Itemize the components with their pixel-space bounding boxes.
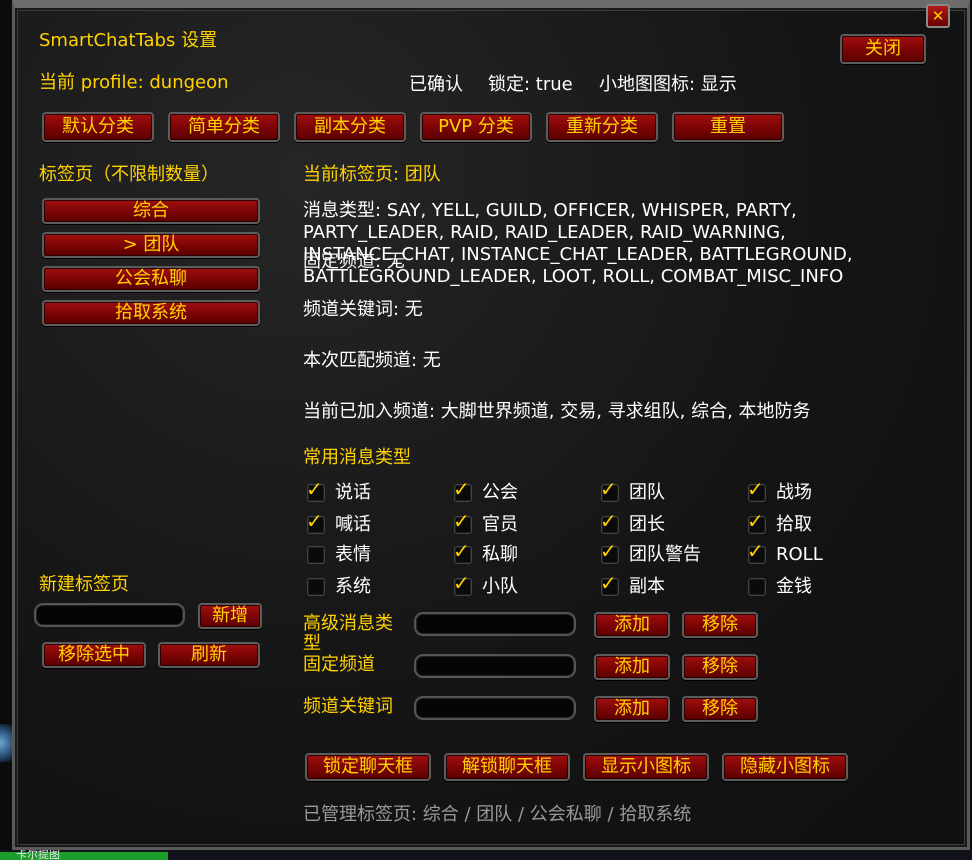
checkbox-roll-label: ROLL <box>776 544 823 565</box>
check-icon: ✓ <box>747 539 764 563</box>
preset-pvp-button[interactable]: PVP 分类 <box>420 112 532 142</box>
checkbox-raid-warning[interactable]: ✓ <box>600 541 619 564</box>
fixed-channel-input[interactable] <box>414 654 576 678</box>
checkbox-officer[interactable]: ✓ <box>453 511 472 534</box>
check-icon: ✓ <box>453 477 470 501</box>
hide-minimap-icon-button[interactable]: 隐藏小图标 <box>722 753 848 781</box>
fixed-channel-remove-button[interactable]: 移除 <box>682 654 758 680</box>
check-icon: ✓ <box>600 477 617 501</box>
new-tab-name-input[interactable] <box>34 603 185 627</box>
checkbox-party[interactable]: ✓ <box>453 573 472 596</box>
checkbox-officer-label: 官员 <box>482 514 518 535</box>
check-icon: ✓ <box>453 509 470 533</box>
message-types-line-1: 消息类型: SAY, YELL, GUILD, OFFICER, WHISPER… <box>303 200 797 221</box>
check-icon: ✓ <box>747 509 764 533</box>
background-game-icon <box>0 724 12 762</box>
fixed-channels-text: 固定频道: 无 <box>303 251 405 272</box>
fixed-channel-label: 固定频道 <box>303 654 375 675</box>
close-button[interactable]: 关闭 <box>840 34 926 64</box>
reclassify-button[interactable]: 重新分类 <box>546 112 658 142</box>
checkbox-money-label: 金钱 <box>776 576 812 597</box>
window-title: SmartChatTabs 设置 <box>39 30 218 51</box>
new-tab-heading: 新建标签页 <box>39 574 129 595</box>
refresh-button[interactable]: 刷新 <box>158 642 260 668</box>
checkbox-battleground-label: 战场 <box>776 482 812 503</box>
checkbox-emote-label: 表情 <box>335 544 371 565</box>
message-types-line-2: PARTY_LEADER, RAID, RAID_LEADER, RAID_WA… <box>303 222 786 243</box>
lock-chat-frame-button[interactable]: 锁定聊天框 <box>305 753 431 781</box>
checkbox-system-label: 系统 <box>335 576 371 597</box>
preset-dungeon-button[interactable]: 副本分类 <box>294 112 406 142</box>
tab-item-raid[interactable]: > 团队 <box>42 232 260 258</box>
checkbox-raid-leader-label: 团长 <box>629 514 665 535</box>
checkbox-whisper[interactable]: ✓ <box>453 541 472 564</box>
advanced-type-input[interactable] <box>414 612 576 636</box>
preset-simple-button[interactable]: 简单分类 <box>168 112 280 142</box>
checkbox-system[interactable] <box>307 578 325 596</box>
checkbox-guild[interactable]: ✓ <box>453 479 472 502</box>
channel-keywords-text: 频道关键词: 无 <box>303 299 423 320</box>
check-icon: ✓ <box>600 571 617 595</box>
checkbox-raid[interactable]: ✓ <box>600 479 619 502</box>
checkbox-say[interactable]: ✓ <box>306 479 325 502</box>
advanced-type-label: 高级消息类型 <box>303 613 393 654</box>
underlying-unit-name: 卡尔提图 <box>16 850 60 860</box>
common-types-heading: 常用消息类型 <box>303 447 411 468</box>
advanced-type-add-button[interactable]: 添加 <box>594 612 670 638</box>
check-icon: ✓ <box>600 509 617 533</box>
channel-keyword-remove-button[interactable]: 移除 <box>682 696 758 722</box>
confirmed-status: 已确认 <box>409 74 463 95</box>
channel-keyword-label: 频道关键词 <box>303 696 393 717</box>
joined-channels-text: 当前已加入频道: 大脚世界频道, 交易, 寻求组队, 综合, 本地防务 <box>303 401 811 422</box>
tab-item-guild-whisper[interactable]: 公会私聊 <box>42 266 260 292</box>
checkbox-money[interactable] <box>748 578 766 596</box>
current-tab-title: 当前标签页: 团队 <box>303 164 441 185</box>
remove-selected-button[interactable]: 移除选中 <box>42 642 146 668</box>
tab-item-general[interactable]: 综合 <box>42 198 260 224</box>
checkbox-instance[interactable]: ✓ <box>600 573 619 596</box>
show-minimap-icon-button[interactable]: 显示小图标 <box>583 753 709 781</box>
check-icon: ✓ <box>306 509 323 533</box>
current-profile: 当前 profile: dungeon <box>39 72 229 93</box>
checkbox-loot-label: 拾取 <box>776 514 812 535</box>
check-icon: ✓ <box>306 477 323 501</box>
checkbox-emote[interactable] <box>307 546 325 564</box>
managed-tabs-footer: 已管理标签页: 综合 / 团队 / 公会私聊 / 拾取系统 <box>303 804 692 825</box>
checkbox-instance-label: 副本 <box>629 576 665 597</box>
fixed-channel-add-button[interactable]: 添加 <box>594 654 670 680</box>
preset-default-button[interactable]: 默认分类 <box>42 112 154 142</box>
reset-button[interactable]: 重置 <box>672 112 784 142</box>
checkbox-loot[interactable]: ✓ <box>747 511 766 534</box>
lock-status: 锁定: true <box>488 74 573 95</box>
checkbox-whisper-label: 私聊 <box>482 544 518 565</box>
channel-keyword-input[interactable] <box>414 696 576 720</box>
checkbox-guild-label: 公会 <box>482 482 518 503</box>
check-icon: ✓ <box>453 571 470 595</box>
advanced-type-remove-button[interactable]: 移除 <box>682 612 758 638</box>
matched-channels-text: 本次匹配频道: 无 <box>303 350 441 371</box>
check-icon: ✓ <box>747 477 764 501</box>
check-icon: ✓ <box>600 539 617 563</box>
minimap-status: 小地图图标: 显示 <box>599 74 737 95</box>
checkbox-roll[interactable]: ✓ <box>747 541 766 564</box>
check-icon: ✓ <box>453 539 470 563</box>
checkbox-raid-warning-label: 团队警告 <box>629 544 701 565</box>
tab-item-loot-system[interactable]: 拾取系统 <box>42 300 260 326</box>
checkbox-battleground[interactable]: ✓ <box>747 479 766 502</box>
tabs-heading: 标签页（不限制数量） <box>39 164 219 185</box>
close-icon[interactable]: ✕ <box>926 4 950 28</box>
checkbox-party-label: 小队 <box>482 576 518 597</box>
checkbox-raid-leader[interactable]: ✓ <box>600 511 619 534</box>
channel-keyword-add-button[interactable]: 添加 <box>594 696 670 722</box>
unlock-chat-frame-button[interactable]: 解锁聊天框 <box>444 753 570 781</box>
checkbox-yell[interactable]: ✓ <box>306 511 325 534</box>
checkbox-say-label: 说话 <box>335 482 371 503</box>
checkbox-raid-label: 团队 <box>629 482 665 503</box>
settings-window: SmartChatTabs 设置 关闭 当前 profile: dungeon … <box>12 0 970 850</box>
new-tab-add-button[interactable]: 新增 <box>198 603 262 629</box>
checkbox-yell-label: 喊话 <box>335 514 371 535</box>
